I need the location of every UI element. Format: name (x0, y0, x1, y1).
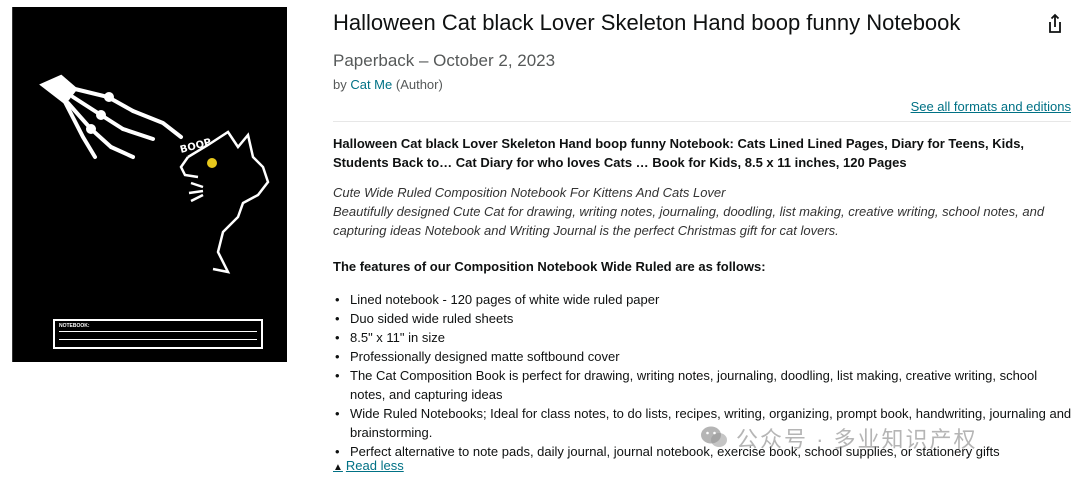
wechat-icon (701, 426, 727, 447)
description-subtitle: Cute Wide Ruled Composition Notebook For… (333, 185, 726, 200)
list-item: Professionally designed matte softbound … (335, 347, 1073, 366)
see-all-formats-link[interactable]: See all formats and editions (911, 99, 1071, 114)
book-cover-image[interactable]: BOOP NOTEBOOK: (12, 7, 287, 362)
list-item: Duo sided wide ruled sheets (335, 309, 1073, 328)
cat-outline-art (179, 130, 270, 274)
notebook-label: NOTEBOOK: (59, 323, 90, 329)
skeleton-hand-art (39, 74, 183, 159)
notebook-label-box: NOTEBOOK: (53, 319, 263, 349)
format-date: Paperback – October 2, 2023 (333, 51, 556, 70)
cover-art: BOOP (39, 74, 270, 274)
cat-eye-art (207, 158, 217, 168)
read-less-link[interactable]: ▲ Read less (333, 458, 404, 473)
byline: by Cat Me (Author) (333, 77, 443, 92)
list-item: 8.5" x 11" in size (335, 328, 1073, 347)
notebook-line (59, 339, 257, 340)
features-heading: The features of our Composition Notebook… (333, 259, 766, 274)
list-item: The Cat Composition Book is perfect for … (335, 366, 1073, 404)
share-icon[interactable] (1044, 13, 1066, 35)
description-headline: Halloween Cat black Lover Skeleton Hand … (333, 136, 1025, 170)
divider (333, 121, 1071, 122)
author-role: (Author) (392, 77, 443, 92)
watermark-text: 公众号 · 多业知识产权 (736, 427, 978, 452)
caret-up-icon: ▲ (333, 462, 343, 473)
description-body: Beautifully designed Cute Cat for drawin… (333, 204, 1045, 238)
read-less-label: Read less (345, 458, 404, 473)
author-link[interactable]: Cat Me (350, 77, 392, 92)
watermark: 公众号 · 多业知识产权 (700, 422, 978, 454)
notebook-line (59, 331, 257, 332)
product-title: Halloween Cat black Lover Skeleton Hand … (333, 10, 961, 35)
product-description: Halloween Cat black Lover Skeleton Hand … (333, 134, 1073, 461)
by-prefix: by (333, 77, 351, 92)
list-item: Lined notebook - 120 pages of white wide… (335, 290, 1073, 309)
